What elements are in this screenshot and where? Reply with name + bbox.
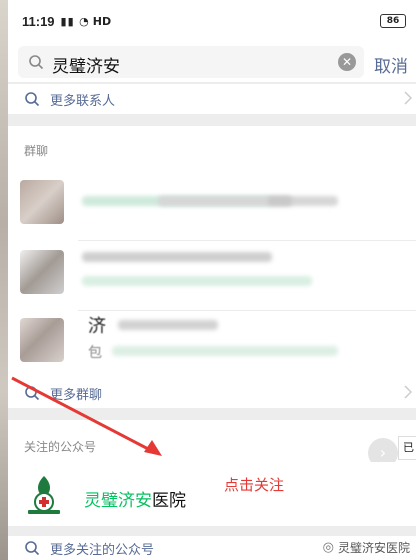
network-label: HD: [92, 14, 112, 28]
clear-icon[interactable]: ✕: [338, 53, 356, 71]
account-name-highlight: 灵璧济安: [84, 491, 152, 511]
more-groups-link[interactable]: 更多群聊: [8, 378, 416, 408]
official-account-row[interactable]: 灵璧济安医院: [8, 462, 416, 526]
watermark: ◎ 灵璧济安医院: [323, 539, 410, 556]
group-name-partial: 济: [88, 316, 106, 337]
group-avatar: [20, 180, 64, 224]
official-accounts-header: 关注的公众号: [8, 420, 416, 462]
more-official-accounts-label: 更多关注的公众号: [50, 542, 155, 558]
group-row[interactable]: [8, 174, 416, 242]
chevron-right-icon: [404, 385, 412, 399]
followed-badge: 已: [398, 436, 416, 460]
signal-icon: ▮▮ ◔: [60, 14, 90, 28]
contacts-more-card: 更多联系人: [8, 84, 416, 114]
group-row[interactable]: [8, 242, 416, 310]
phone-screen: 11:19 ▮▮ ◔ HD 86 灵璧济安 ✕ 取消 更多联系人 群聊 济 包 …: [8, 0, 416, 560]
account-name-rest: 医院: [152, 491, 186, 511]
search-input[interactable]: 灵璧济安 ✕: [18, 46, 364, 78]
search-icon: [25, 541, 40, 556]
status-time: 11:19: [22, 13, 55, 29]
search-query: 灵璧济安: [52, 57, 120, 77]
groups-more-card: 更多群聊: [8, 378, 416, 408]
official-account-name: 灵璧济安医院: [84, 486, 186, 511]
search-bar: 灵璧济安 ✕ 取消: [8, 42, 416, 82]
watermark-text: 灵璧济安医院: [337, 541, 410, 555]
groups-title: 群聊: [24, 144, 49, 158]
background-strip: [0, 0, 8, 560]
more-contacts-link[interactable]: 更多联系人: [8, 84, 416, 114]
divider: [78, 240, 416, 241]
cancel-button[interactable]: 取消: [374, 52, 408, 77]
official-accounts-title: 关注的公众号: [24, 440, 97, 454]
group-row[interactable]: 济 包: [8, 310, 416, 378]
group-avatar: [20, 318, 64, 362]
chevron-right-icon: [404, 91, 412, 105]
search-icon: [25, 92, 40, 107]
battery-icon: 86: [380, 14, 406, 28]
blurred-name: [158, 196, 338, 206]
group-snippet-partial: 包: [88, 345, 102, 361]
annotation-text: 点击关注: [224, 476, 285, 494]
group-avatar: [20, 250, 64, 294]
blurred-name: [118, 320, 218, 330]
groups-card: 群聊 济 包: [8, 126, 416, 406]
blurred-snippet: [82, 276, 312, 286]
blurred-name: [82, 252, 272, 262]
more-contacts-label: 更多联系人: [50, 93, 116, 109]
more-groups-label: 更多群聊: [50, 387, 103, 403]
blurred-snippet: [112, 346, 338, 356]
blurred-name: [268, 196, 292, 206]
hospital-logo-icon: [28, 476, 60, 514]
status-bar: 11:19 ▮▮ ◔ HD 86: [8, 0, 416, 42]
search-icon: [25, 386, 40, 401]
wechat-icon: ◎: [322, 540, 334, 555]
search-icon: [29, 55, 44, 70]
